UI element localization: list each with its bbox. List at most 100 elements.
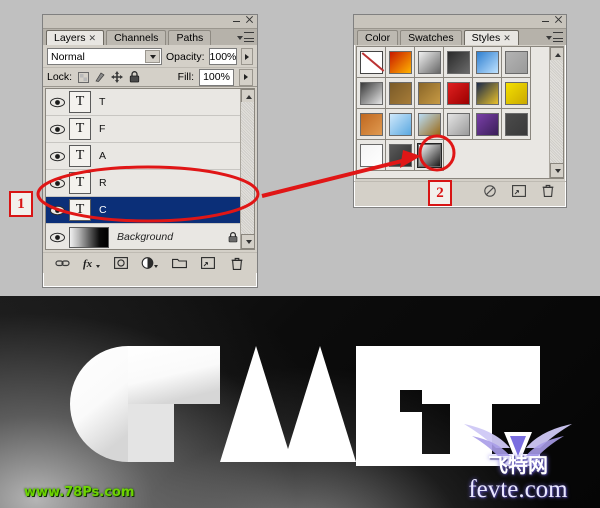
new-style-icon[interactable]	[510, 183, 527, 198]
lock-image-pixels-icon[interactable]	[94, 71, 106, 83]
style-swatch-red-stripes[interactable]	[446, 81, 470, 105]
minimize-icon[interactable]	[541, 15, 550, 24]
clear-style-icon[interactable]	[481, 183, 498, 198]
new-adjustment-layer-icon[interactable]	[141, 256, 159, 271]
fill-input[interactable]: 100%	[199, 68, 234, 86]
tab-channels[interactable]: Channels	[106, 30, 167, 45]
tab-close-icon[interactable]: ✕	[89, 31, 97, 45]
style-swatch-purple-block[interactable]	[475, 112, 499, 136]
panel-menu-icon[interactable]	[546, 32, 563, 44]
layer-visibility-icon[interactable]	[48, 203, 66, 217]
style-swatch-gray-bevel[interactable]	[417, 50, 441, 74]
style-swatch-cell[interactable]	[415, 78, 444, 109]
new-group-icon[interactable]	[171, 256, 188, 271]
style-swatch-white-noise[interactable]	[446, 112, 470, 136]
style-swatch-cell[interactable]	[502, 78, 531, 109]
style-swatch-gold-brown[interactable]	[417, 81, 441, 105]
scroll-down-button[interactable]	[550, 163, 563, 178]
style-swatch-cell[interactable]	[357, 47, 386, 78]
style-swatch-dark-textured[interactable]	[446, 50, 470, 74]
style-swatch-cell[interactable]	[386, 47, 415, 78]
chevron-down-icon[interactable]	[145, 50, 160, 63]
style-swatch-bronze[interactable]	[388, 81, 412, 105]
fill-slider-arrow-icon[interactable]	[239, 68, 253, 86]
layer-visibility-icon[interactable]	[48, 230, 66, 244]
style-swatch-dark-gray-flat[interactable]	[504, 112, 528, 136]
style-swatch-blue-glass[interactable]	[475, 50, 499, 74]
lock-all-icon[interactable]	[128, 71, 140, 83]
layer-list-scrollbar[interactable]	[240, 89, 254, 249]
tab-color[interactable]: Color	[357, 30, 399, 45]
style-swatch-cell[interactable]	[444, 47, 473, 78]
tab-paths[interactable]: Paths	[168, 30, 212, 45]
style-swatch-cell[interactable]	[357, 140, 386, 171]
delete-layer-icon[interactable]	[229, 256, 246, 271]
table-row[interactable]: T F	[46, 116, 254, 143]
layer-visibility-icon[interactable]	[48, 95, 66, 109]
style-swatch-cell[interactable]	[357, 78, 386, 109]
style-swatch-beach-gradient[interactable]	[417, 112, 441, 136]
tab-close-icon[interactable]: ✕	[503, 31, 511, 45]
style-swatch-cell[interactable]	[473, 109, 502, 140]
style-swatch-cell[interactable]	[386, 78, 415, 109]
lock-position-icon[interactable]	[111, 71, 124, 83]
style-swatch-gray-fade[interactable]	[359, 81, 383, 105]
layer-thumbnail-background[interactable]	[69, 226, 109, 248]
new-layer-icon[interactable]	[200, 256, 217, 271]
style-swatch-cell[interactable]	[386, 109, 415, 140]
layer-thumbnail-text[interactable]: T	[69, 91, 91, 113]
minimize-icon[interactable]	[232, 15, 241, 24]
close-icon[interactable]	[245, 15, 254, 24]
style-swatch-yellow-glass[interactable]	[504, 81, 528, 105]
style-swatch-charcoal[interactable]	[388, 143, 412, 167]
layer-visibility-icon[interactable]	[48, 122, 66, 136]
table-row[interactable]: T T	[46, 89, 254, 116]
table-row-selected[interactable]: T C	[46, 197, 254, 224]
style-swatch-cell[interactable]	[444, 78, 473, 109]
table-row[interactable]: T A	[46, 143, 254, 170]
table-row[interactable]: Background	[46, 224, 254, 249]
style-swatch-orange-texture[interactable]	[359, 112, 383, 136]
style-swatch-cell[interactable]	[415, 140, 444, 171]
style-swatch-rainbow-splash[interactable]	[475, 81, 499, 105]
table-row[interactable]: T R	[46, 170, 254, 197]
style-swatch-flat-gray[interactable]	[504, 50, 528, 74]
style-swatch-cell[interactable]	[473, 78, 502, 109]
layer-thumbnail-text[interactable]: T	[69, 145, 91, 167]
blend-mode-select[interactable]: Normal	[47, 48, 162, 65]
style-swatch-none[interactable]	[359, 50, 383, 74]
scroll-down-button[interactable]	[241, 234, 254, 249]
tab-styles[interactable]: Styles ✕	[463, 30, 519, 45]
add-layer-mask-icon[interactable]	[112, 256, 129, 271]
style-swatch-cell[interactable]	[502, 47, 531, 78]
scrollbar-track[interactable]	[550, 60, 563, 165]
opacity-slider-arrow-icon[interactable]	[241, 48, 253, 65]
styles-scrollbar[interactable]	[549, 47, 563, 178]
lock-transparent-pixels-icon[interactable]	[77, 71, 89, 83]
style-swatch-red-glow[interactable]	[388, 50, 412, 74]
add-layer-style-icon[interactable]: fx	[83, 256, 101, 271]
style-swatch-sky-blue[interactable]	[388, 112, 412, 136]
delete-style-icon[interactable]	[539, 183, 556, 198]
style-swatch-cell[interactable]	[473, 47, 502, 78]
opacity-input[interactable]: 100%	[208, 48, 238, 65]
scrollbar-track[interactable]	[241, 102, 254, 236]
layer-visibility-icon[interactable]	[48, 176, 66, 190]
tab-swatches[interactable]: Swatches	[400, 30, 462, 45]
layers-panel-titlebar[interactable]	[43, 15, 257, 29]
layer-thumbnail-text[interactable]: T	[69, 172, 91, 194]
style-swatch-cell[interactable]	[415, 109, 444, 140]
styles-panel-titlebar[interactable]	[354, 15, 566, 29]
panel-menu-icon[interactable]	[237, 32, 254, 44]
layer-thumbnail-text[interactable]: T	[69, 118, 91, 140]
style-swatch-cell[interactable]	[444, 109, 473, 140]
tab-layers[interactable]: Layers ✕	[46, 30, 105, 45]
style-swatch-cell[interactable]	[357, 109, 386, 140]
layer-thumbnail-text[interactable]: T	[69, 199, 91, 221]
style-swatch-cell[interactable]	[386, 140, 415, 171]
style-swatch-cell[interactable]	[415, 47, 444, 78]
close-icon[interactable]	[554, 15, 563, 24]
style-swatch-white-black-corner[interactable]	[416, 142, 442, 168]
style-swatch-cell[interactable]	[502, 109, 531, 140]
style-swatch-white-outline[interactable]	[359, 143, 383, 167]
